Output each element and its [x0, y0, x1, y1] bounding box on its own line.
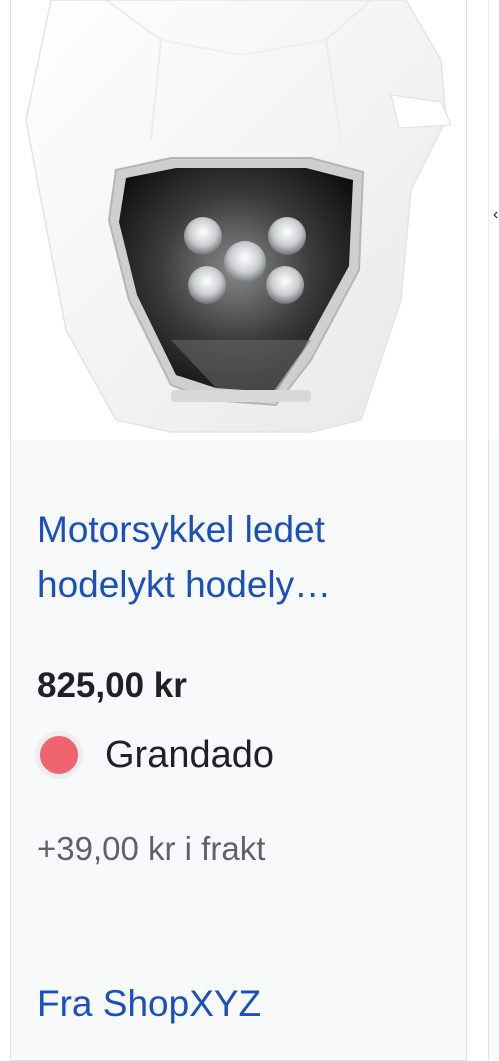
shipping-cost: +39,00 kr i frakt — [37, 830, 266, 867]
product-image[interactable] — [11, 0, 466, 440]
headlight-image — [25, 0, 452, 433]
next-card-info-edge[interactable] — [488, 440, 499, 1060]
seller-row[interactable]: Grandado — [35, 730, 274, 780]
merchant-link[interactable]: Fra ShopXYZ — [37, 983, 261, 1025]
seller-avatar-icon — [35, 731, 83, 779]
product-price: 825,00 kr — [37, 666, 187, 705]
product-info: Motorsykkel ledet hodelykt hodely… 825,0… — [11, 440, 466, 1060]
product-title-link[interactable]: Motorsykkel ledet hodelykt hodely… — [37, 502, 437, 612]
next-card-peek-glyph: ‹ — [493, 206, 499, 223]
product-card[interactable]: Motorsykkel ledet hodelykt hodely… 825,0… — [10, 0, 467, 1061]
seller-name: Grandado — [105, 733, 275, 776]
